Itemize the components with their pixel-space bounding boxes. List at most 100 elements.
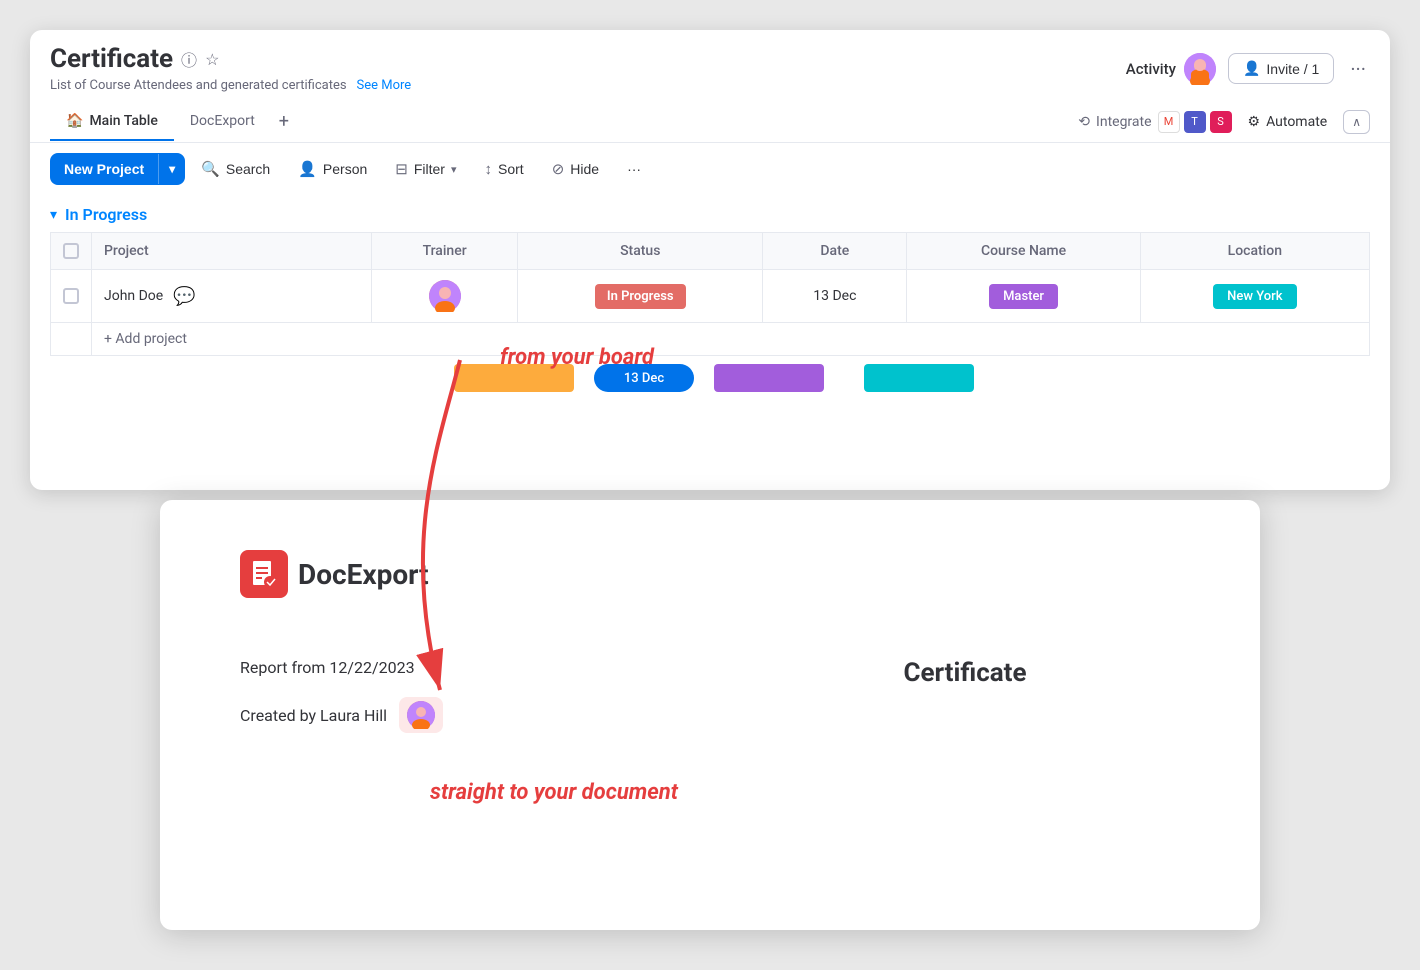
person-icon: 👤 [1243,60,1260,77]
slack-icon: S [1210,111,1232,133]
new-project-button[interactable]: New Project ▾ [50,153,185,185]
date-value: 13 Dec [813,288,856,304]
toolbar: New Project ▾ 🔍 Search 👤 Person ⊟ Filter… [30,143,1390,195]
preview-course-bar [714,364,824,392]
bottom-panel: DocExport Report from 12/22/2023 Created… [160,500,1260,930]
col-status: Status [518,233,763,270]
tab-docexport[interactable]: DocExport [174,103,271,141]
table-header-row: Project Trainer Status Date Course Name … [51,233,1370,270]
trainer-cell [372,270,518,323]
creator-avatar [407,701,435,729]
status-cell[interactable]: In Progress [518,270,763,323]
row-checkbox-cell[interactable] [51,270,92,323]
certificate-title: Certificate [903,658,1026,688]
header-right: Activity 👤 Invite / 1 ··· [1126,53,1370,85]
header-left: Certificate ⓘ ☆ List of Course Attendees… [50,44,411,93]
integrate-button[interactable]: ⟲ Integrate M T S [1078,111,1231,133]
avatar-svg [1184,53,1216,85]
group-title: In Progress [65,205,147,224]
created-by-row: Created by Laura Hill [240,697,670,733]
invite-button[interactable]: 👤 Invite / 1 [1228,53,1334,84]
tabs-row: 🏠 Main Table DocExport + ⟲ Integrate M T… [30,101,1390,143]
tabs-right: ⟲ Integrate M T S ⚙ Automate ∧ [1078,110,1370,134]
docexport-name: DocExport [298,558,429,591]
add-project-row[interactable]: + Add project [51,323,1370,356]
table-area: ▾ In Progress Project Trainer Status Dat… [30,195,1390,400]
more-toolbar-icon: ··· [627,161,641,177]
group-chevron-icon[interactable]: ▾ [50,207,57,223]
report-from-field: Report from 12/22/2023 [240,658,670,677]
location-cell[interactable]: New York [1140,270,1369,323]
table-wrapper: Project Trainer Status Date Course Name … [50,232,1370,400]
add-project-label[interactable]: + Add project [92,323,1370,356]
see-more-link[interactable]: See More [357,78,412,93]
project-name-cell: John Doe 💬 [92,270,372,323]
activity-button[interactable]: Activity [1126,53,1216,85]
col-project: Project [92,233,372,270]
tab-main-table[interactable]: 🏠 Main Table [50,103,174,141]
add-tab-button[interactable]: + [271,101,297,142]
add-message-icon[interactable]: 💬 [173,286,195,307]
more-toolbar-button[interactable]: ··· [615,154,653,184]
creator-avatar-highlight [399,697,443,733]
trainer-avatar [429,280,461,312]
docexport-icon-svg [248,558,280,590]
select-all-checkbox[interactable] [63,243,79,259]
app-subtitle: List of Course Attendees and generated c… [50,78,347,93]
home-icon: 🏠 [66,113,83,129]
date-cell[interactable]: 13 Dec [763,270,907,323]
teams-icon: T [1184,111,1206,133]
location-badge: New York [1213,284,1296,309]
new-project-dropdown-icon[interactable]: ▾ [158,154,185,184]
page-title: Certificate [50,44,173,74]
preview-row: 13 Dec [76,356,1370,400]
automate-icon: ⚙ [1248,114,1261,130]
annotation-to-document: straight to your document [430,780,678,805]
project-name: John Doe [104,288,163,304]
report-from-text: Report from 12/22/2023 [240,658,415,677]
title-row: Certificate ⓘ ☆ [50,44,411,74]
status-badge: In Progress [595,284,686,309]
automate-label: Automate [1266,114,1327,130]
filter-label: Filter [414,161,445,177]
hide-icon: ⊘ [552,160,565,178]
annotation-from-board: from your board [500,345,654,370]
sort-button[interactable]: ↕ Sort [473,154,536,185]
filter-button[interactable]: ⊟ Filter ▾ [383,153,468,185]
subtitle-row: List of Course Attendees and generated c… [50,74,411,93]
filter-icon: ⊟ [395,160,408,178]
col-course-name: Course Name [907,233,1140,270]
tab-main-table-label: Main Table [89,113,157,129]
add-project-checkbox-cell [51,323,92,356]
course-name-cell[interactable]: Master [907,270,1140,323]
hide-button[interactable]: ⊘ Hide [540,153,611,185]
tab-docexport-label: DocExport [190,113,255,129]
sort-icon: ↕ [485,161,493,178]
integrate-label: Integrate [1096,114,1152,130]
more-options-icon[interactable]: ··· [1346,53,1370,85]
row-checkbox[interactable] [63,288,79,304]
search-button[interactable]: 🔍 Search [189,153,282,185]
document-left: Report from 12/22/2023 Created by Laura … [240,658,670,753]
hide-label: Hide [570,161,599,177]
table-row: John Doe 💬 [51,270,1370,323]
integration-icons: M T S [1158,111,1232,133]
col-checkbox[interactable] [51,233,92,270]
created-by-label: Created by Laura Hill [240,706,387,725]
new-project-label: New Project [50,153,158,185]
document-right: Certificate [750,658,1180,688]
search-icon: 🔍 [201,160,220,178]
course-name-badge: Master [989,284,1058,309]
collapse-button[interactable]: ∧ [1343,110,1370,134]
group-header: ▾ In Progress [50,195,1370,232]
person-button[interactable]: 👤 Person [286,153,379,185]
doc-logo: DocExport [240,550,1180,598]
automate-button[interactable]: ⚙ Automate [1248,114,1328,130]
col-location: Location [1140,233,1369,270]
sort-label: Sort [498,161,524,177]
created-by-field: Created by Laura Hill [240,697,670,733]
person-icon: 👤 [298,160,317,178]
app-header: Certificate ⓘ ☆ List of Course Attendees… [30,30,1390,93]
info-icon[interactable]: ⓘ [181,47,197,71]
star-icon[interactable]: ☆ [205,50,219,69]
